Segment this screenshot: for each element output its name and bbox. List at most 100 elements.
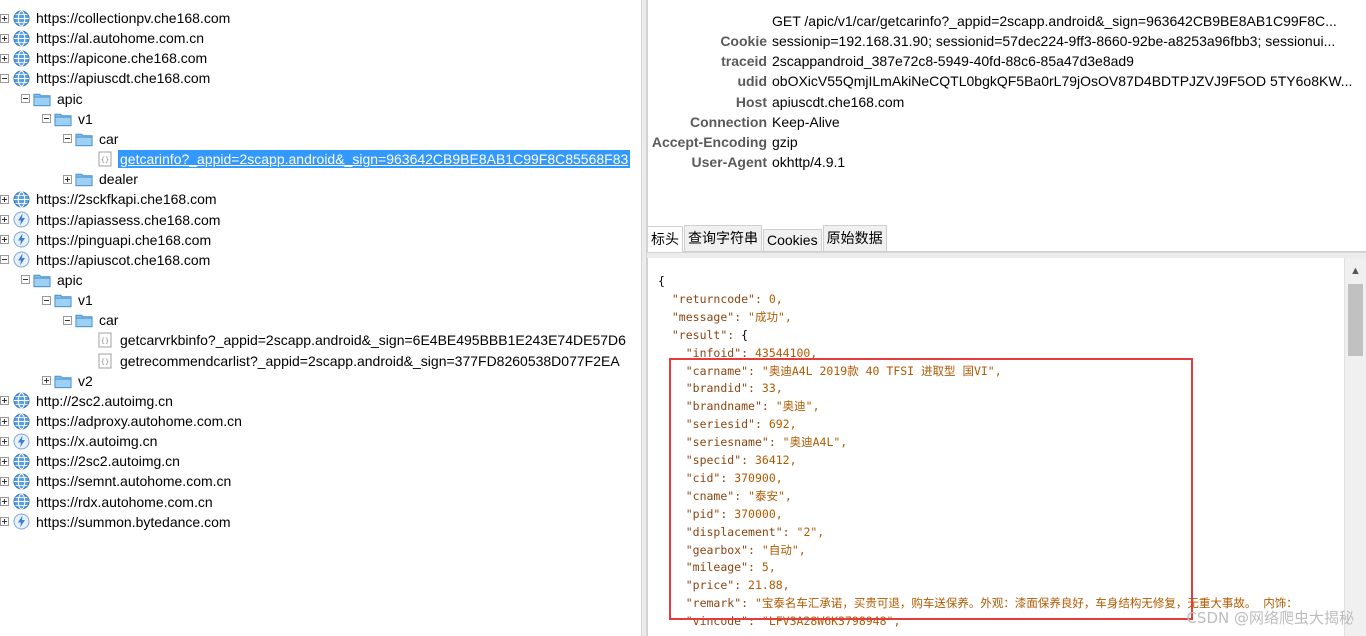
expand-icon[interactable] (0, 13, 9, 23)
tree-node-label[interactable]: https://adproxy.autohome.com.cn (34, 412, 244, 430)
json-value: "泰安", (748, 488, 792, 503)
expand-icon[interactable] (0, 476, 9, 486)
collapse-icon[interactable] (21, 94, 30, 104)
header-key: traceid (721, 53, 767, 70)
tab-0[interactable]: 标头 (647, 226, 683, 252)
tree-node-label[interactable]: https://semnt.autohome.com.cn (34, 472, 233, 490)
tree-node-label[interactable]: http://2sc2.autoimg.cn (34, 392, 175, 410)
tree-node[interactable]: https://apiuscot.che168.com (0, 250, 212, 270)
json-line: "message": "成功", (658, 308, 792, 326)
expand-icon[interactable] (0, 497, 9, 507)
tree-node-label[interactable]: https://rdx.autohome.com.cn (34, 493, 215, 511)
tree-node[interactable]: https://2sc2.autoimg.cn (0, 451, 182, 471)
tree-node[interactable]: https://semnt.autohome.com.cn (0, 471, 233, 491)
tree-node-label[interactable]: apic (55, 90, 85, 108)
tab-2[interactable]: Cookies (763, 229, 822, 251)
tree-node[interactable]: dealer (63, 169, 140, 189)
expand-icon[interactable] (0, 456, 9, 466)
expand-icon[interactable] (0, 194, 9, 204)
tree-node-label[interactable]: https://apiassess.che168.com (34, 211, 222, 229)
tree-node[interactable]: http://2sc2.autoimg.cn (0, 391, 175, 411)
tree-node-label[interactable]: https://summon.bytedance.com (34, 513, 233, 531)
tree-node[interactable]: apic (21, 270, 85, 290)
collapse-icon[interactable] (42, 295, 51, 305)
tree-node[interactable]: https://pinguapi.che168.com (0, 230, 213, 250)
tree-node-label[interactable]: https://apiuscot.che168.com (34, 251, 212, 269)
tree-node[interactable]: car (63, 310, 120, 330)
header-value: apiuscdt.che168.com (772, 93, 905, 110)
expand-icon[interactable] (0, 436, 9, 446)
tree-node-label[interactable]: apic (55, 271, 85, 289)
tree-node-label[interactable]: https://collectionpv.che168.com (34, 9, 232, 27)
tree-node-label[interactable]: v2 (76, 372, 95, 390)
request-headers-panel[interactable]: GET /apic/v1/car/getcarinfo?_appid=2scap… (647, 0, 1366, 226)
tree-node[interactable]: https://apicone.che168.com (0, 48, 209, 68)
scroll-thumb[interactable] (1348, 284, 1363, 356)
json-quote: " (685, 453, 693, 467)
tree-node-label[interactable]: https://2sckfkapi.che168.com (34, 190, 219, 208)
tree-node-label[interactable]: car (97, 311, 120, 329)
collapse-icon[interactable] (0, 73, 9, 83)
collapse-icon[interactable] (42, 114, 51, 124)
response-scrollbar[interactable]: ▲ (1344, 258, 1366, 636)
tree-node[interactable]: https://apiuscdt.che168.com (0, 68, 212, 88)
expand-icon[interactable] (0, 517, 9, 527)
expand-icon[interactable] (0, 215, 9, 224)
expand-icon[interactable] (0, 235, 9, 245)
json-key: brandid (692, 381, 742, 396)
tree-node[interactable]: v1 (42, 109, 95, 129)
tree-node-label[interactable]: https://x.autoimg.cn (34, 432, 159, 450)
expand-icon[interactable] (42, 376, 51, 386)
expand-icon[interactable] (0, 416, 9, 426)
tree-node[interactable]: https://2sckfkapi.che168.com (0, 189, 219, 209)
tree-node[interactable]: https://adproxy.autohome.com.cn (0, 411, 244, 431)
response-body[interactable]: { "returncode": 0, "message": "成功", "res… (647, 258, 1346, 636)
session-tree[interactable]: https://collectionpv.che168.com https://a… (0, 0, 641, 636)
tree-node[interactable]: v1 (42, 290, 95, 310)
tree-node-label[interactable]: dealer (97, 170, 140, 188)
tree-node-label[interactable]: https://apiuscdt.che168.com (34, 69, 212, 87)
tree-node[interactable]: {} getcarvrkbinfo?_appid=2scapp.android&_… (84, 330, 628, 350)
header-row: Cookie sessionip=192.168.31.90; sessionid… (648, 31, 1335, 51)
tree-node[interactable]: https://al.autohome.com.cn (0, 28, 206, 48)
tree-node-label[interactable]: https://apicone.che168.com (34, 49, 209, 67)
scroll-up-icon[interactable]: ▲ (1350, 266, 1361, 277)
tree-node-label[interactable]: v1 (76, 291, 95, 309)
tree-node[interactable]: https://rdx.autohome.com.cn (0, 492, 215, 512)
tab-1[interactable]: 查询字符串 (684, 225, 762, 251)
expand-icon[interactable] (63, 174, 72, 184)
expand-icon[interactable] (0, 396, 9, 406)
folder-icon (54, 372, 72, 390)
tree-node-label[interactable]: https://al.autohome.com.cn (34, 29, 206, 47)
json-key: specid (692, 453, 735, 467)
tab-3[interactable]: 原始数据 (822, 225, 887, 251)
json-colon: ": (748, 291, 769, 306)
tree-node[interactable]: https://summon.bytedance.com (0, 512, 233, 532)
tree-node[interactable]: https://apiassess.che168.com (0, 210, 222, 230)
collapse-icon[interactable] (21, 275, 30, 285)
tree-node[interactable]: apic (21, 89, 85, 109)
tree-node-label[interactable]: getcarvrkbinfo?_appid=2scapp.android&_si… (118, 331, 628, 349)
json-line: "vincode": "LFV3A28W6K3798948", (658, 612, 901, 630)
tree-node[interactable]: car (63, 129, 120, 149)
tree-node[interactable]: https://collectionpv.che168.com (0, 8, 232, 28)
tree-node[interactable]: {} getrecommendcarlist?_appid=2scapp.andr… (84, 351, 622, 371)
json-value: 36412, (754, 453, 797, 467)
tree-node-label[interactable]: v1 (76, 110, 95, 128)
collapse-icon[interactable] (63, 315, 72, 325)
tree-node[interactable]: v2 (42, 371, 95, 391)
tree-node-label[interactable]: https://pinguapi.che168.com (34, 231, 213, 249)
tree-node-label[interactable]: getcarinfo?_appid=2scapp.android&_sign=9… (118, 150, 631, 169)
collapse-icon[interactable] (0, 255, 9, 265)
tree-node[interactable]: {} getcarinfo?_appid=2scapp.android&_sign… (84, 149, 631, 169)
inspector-pane: GET /apic/v1/car/getcarinfo?_appid=2scap… (647, 0, 1366, 636)
tree-node-label[interactable]: getrecommendcarlist?_appid=2scapp.androi… (118, 352, 622, 370)
tree-node[interactable]: https://x.autoimg.cn (0, 431, 159, 451)
expand-icon[interactable] (0, 53, 9, 63)
collapse-icon[interactable] (63, 134, 72, 144)
tree-node-label[interactable]: car (97, 130, 120, 148)
tree-node-label[interactable]: https://2sc2.autoimg.cn (34, 452, 182, 470)
expand-icon[interactable] (0, 33, 9, 43)
